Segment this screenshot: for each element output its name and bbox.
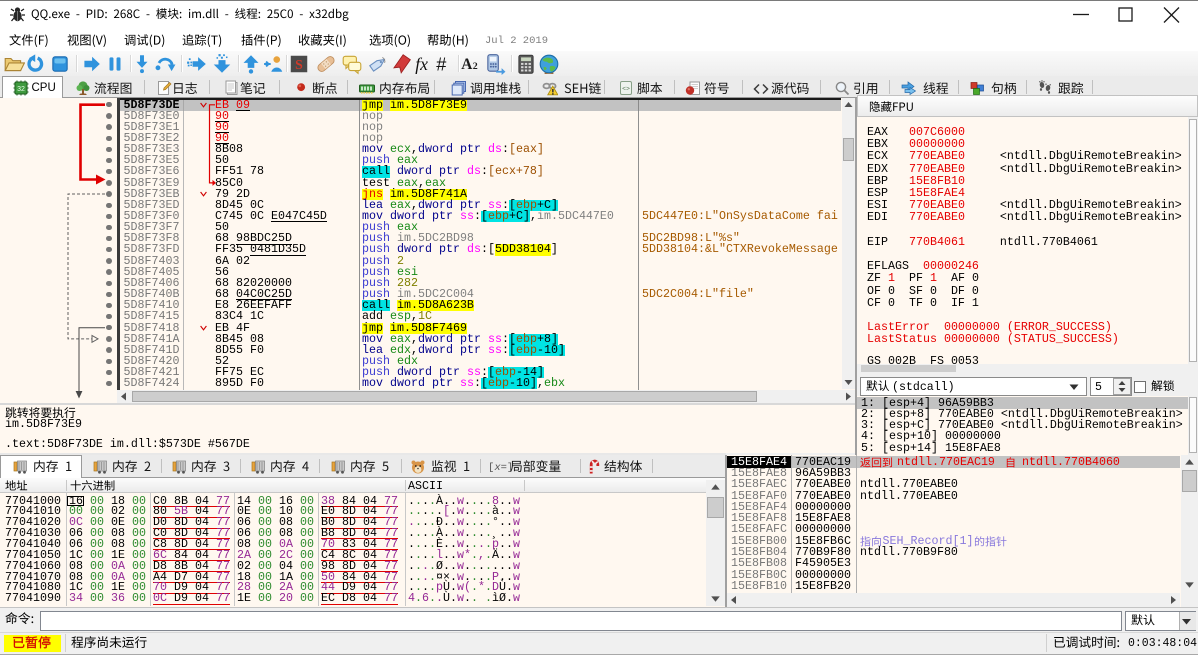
svg-text:#: # xyxy=(436,54,446,74)
svg-text:fx: fx xyxy=(415,54,428,74)
svg-text:S: S xyxy=(295,56,303,71)
svg-text:32: 32 xyxy=(17,86,25,93)
svg-text:<>: <> xyxy=(622,86,630,93)
svg-text:A: A xyxy=(461,55,472,72)
svg-text:2: 2 xyxy=(473,60,478,71)
